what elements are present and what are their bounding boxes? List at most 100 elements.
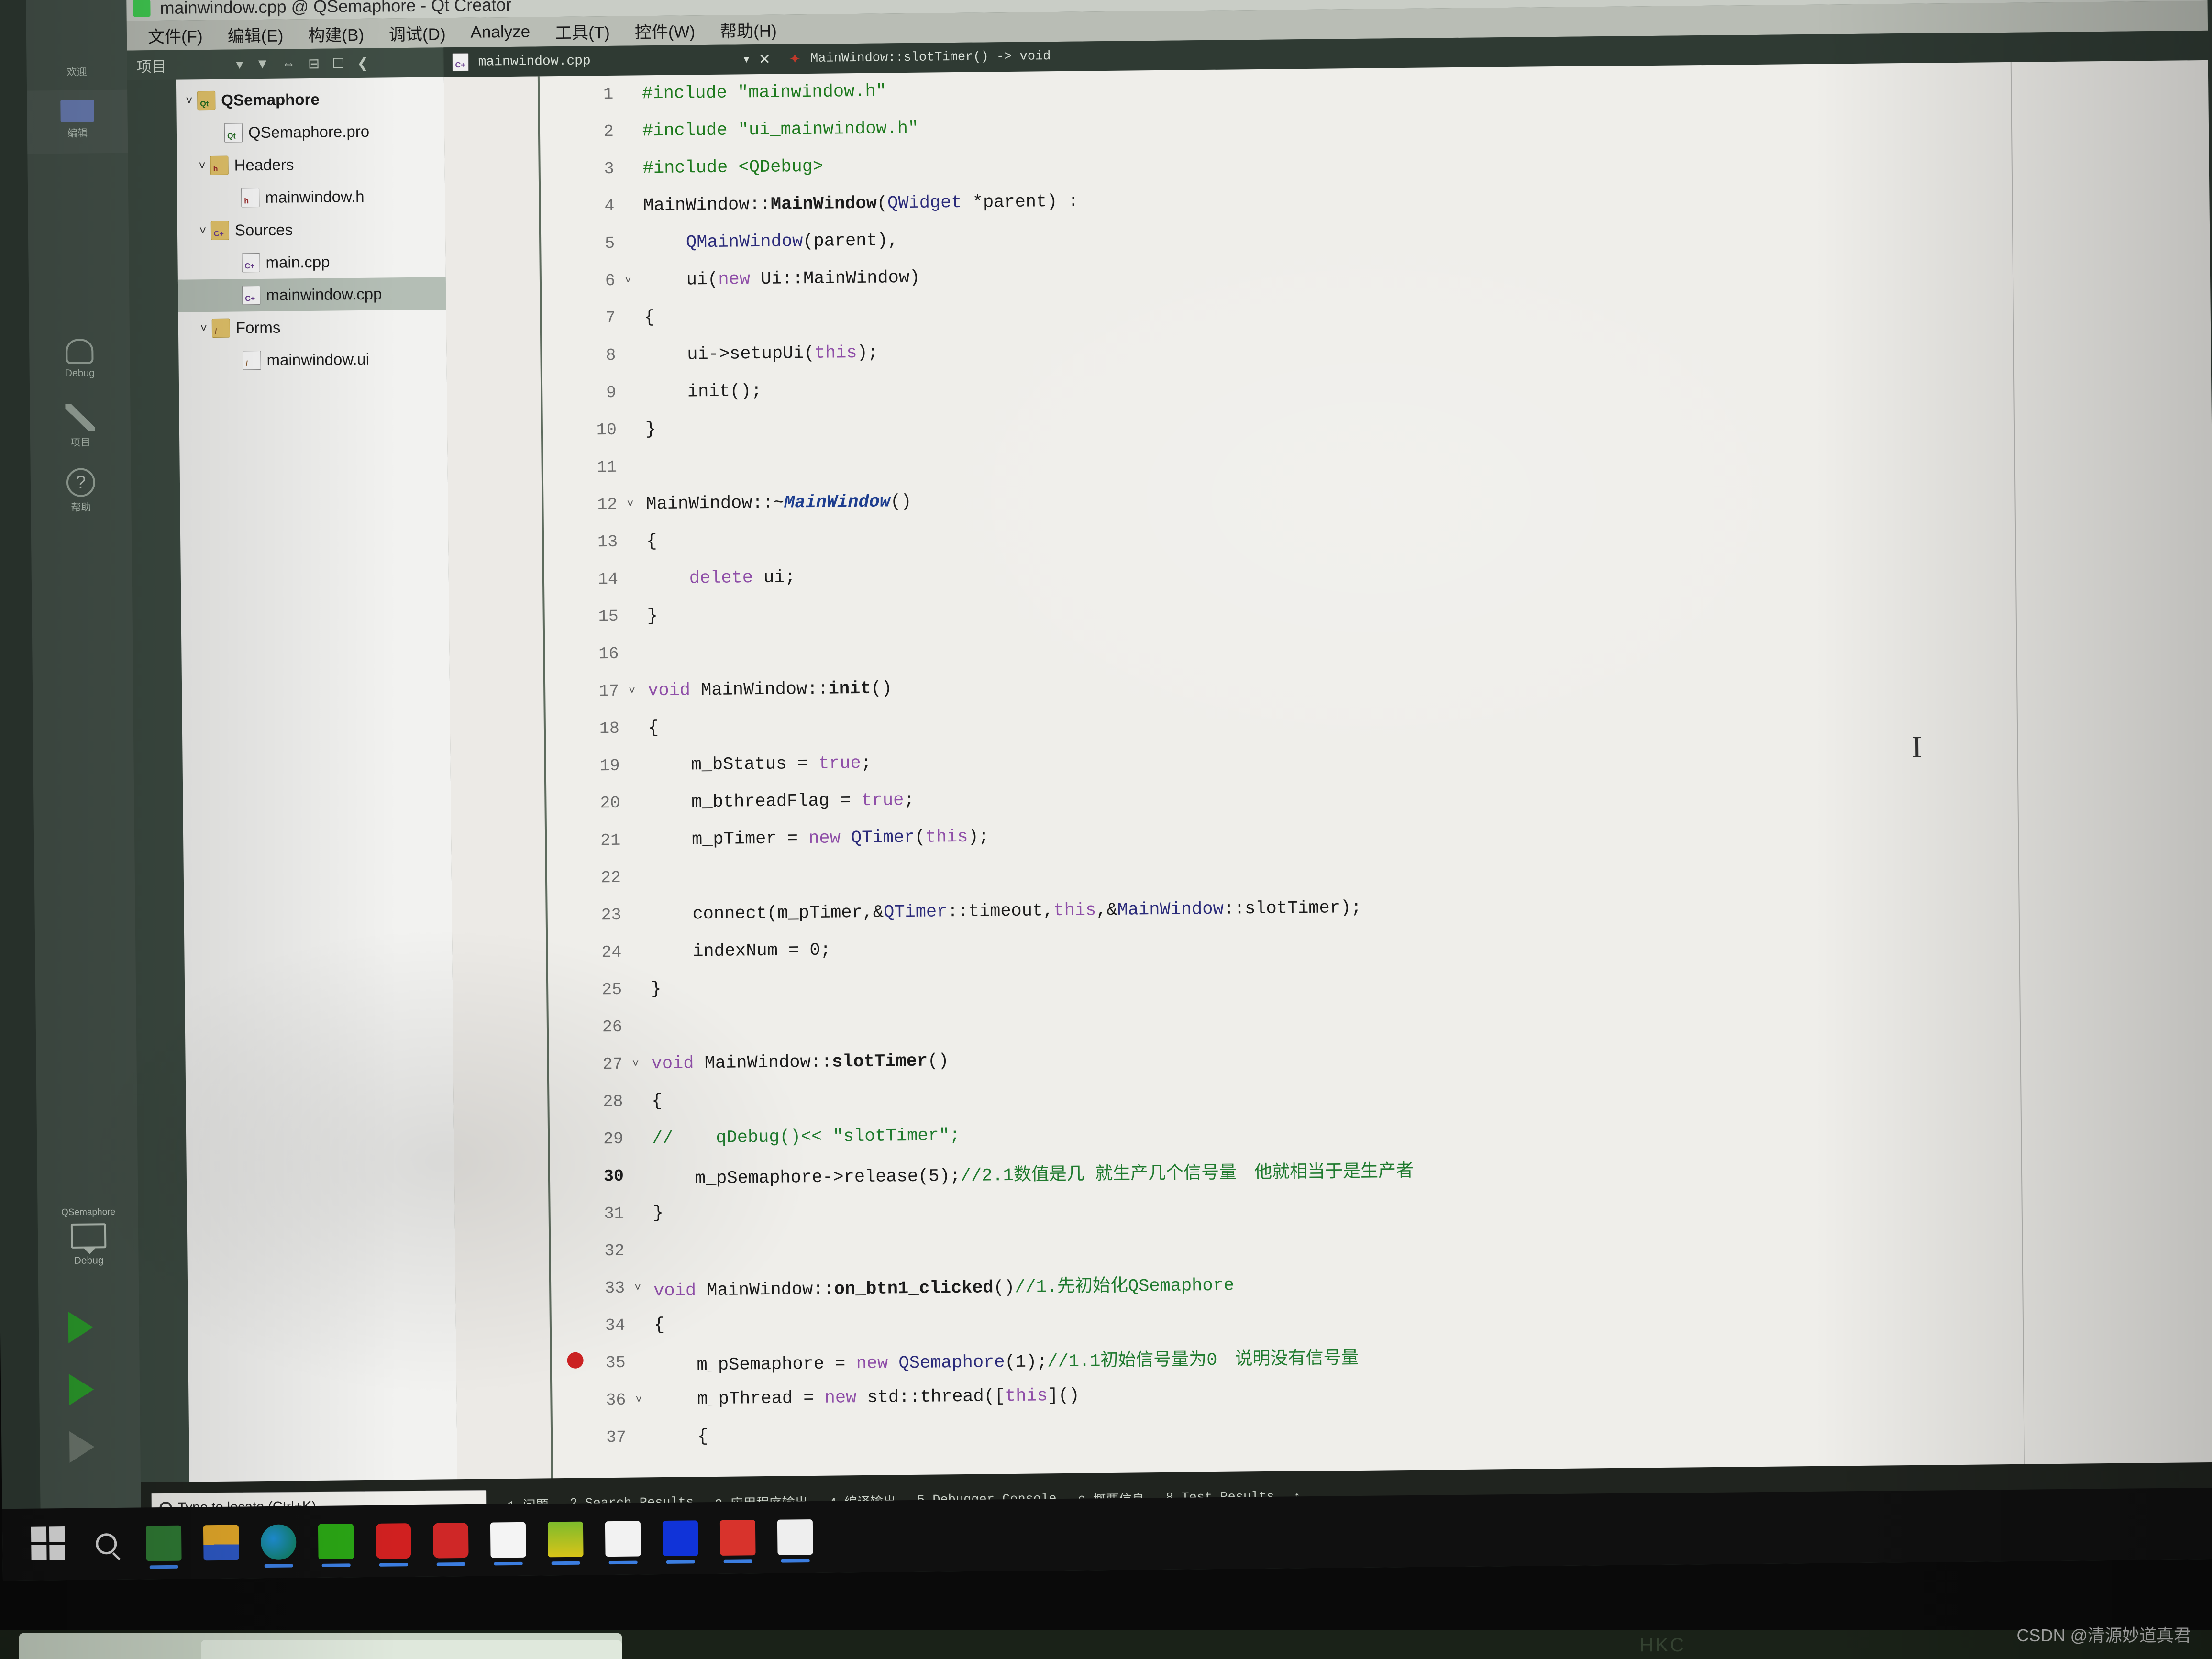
fold-marker[interactable]: ˅ xyxy=(629,1058,643,1071)
build-button[interactable] xyxy=(69,1431,95,1463)
line-number: 14 xyxy=(597,569,619,589)
sources-folder-icon: C+ xyxy=(210,221,230,240)
menu-file[interactable]: 文件(F) xyxy=(135,20,215,51)
editor-gutter[interactable] xyxy=(443,76,553,1508)
tree-item-forms[interactable]: ˅ / Forms xyxy=(178,310,447,344)
project-panel-title[interactable]: 项目 xyxy=(136,54,166,76)
fold-marker[interactable]: ˅ xyxy=(621,274,635,287)
line-number: 36 xyxy=(606,1390,626,1410)
chevron-down-icon[interactable]: ▾ xyxy=(744,53,749,66)
symbol-marker-icon: ✦ xyxy=(788,51,801,67)
tree-item-sources[interactable]: ˅ C+ Sources xyxy=(177,212,446,247)
menu-analyze[interactable]: Analyze xyxy=(458,19,542,45)
filter-icon[interactable]: ▼ xyxy=(255,56,269,72)
mode-welcome-label: 欢迎 xyxy=(66,66,87,78)
tree-item-main-cpp[interactable]: C+ main.cpp xyxy=(177,244,446,279)
collapse-icon[interactable]: ☐ xyxy=(332,55,344,72)
taskbar-app-red2-icon[interactable] xyxy=(432,1522,469,1559)
mode-edit[interactable]: 编辑 xyxy=(27,89,128,154)
menu-edit[interactable]: 编辑(E) xyxy=(215,19,296,50)
qt-logo-icon xyxy=(133,0,151,17)
line-number: 29 xyxy=(603,1129,624,1149)
cpp-file-icon: C+ xyxy=(242,253,260,273)
menu-debug[interactable]: 调试(D) xyxy=(376,18,458,49)
fold-marker[interactable]: ˅ xyxy=(631,1394,646,1406)
tree-item-headers[interactable]: ˅ h Headers xyxy=(177,147,445,182)
line-number: 37 xyxy=(606,1427,627,1448)
taskbar-search-icon[interactable] xyxy=(88,1526,124,1562)
line-number: 20 xyxy=(600,793,620,813)
chevron-down-icon[interactable]: ▾ xyxy=(236,56,243,73)
mode-projects[interactable]: 项目 xyxy=(30,396,131,460)
taskbar-wps-icon[interactable] xyxy=(490,1522,526,1558)
line-number: 8 xyxy=(606,345,616,365)
grid-icon xyxy=(61,32,92,62)
kit-build-config: Debug xyxy=(74,1255,104,1266)
windows-logo-icon[interactable] xyxy=(31,1526,67,1562)
line-number: 15 xyxy=(598,607,619,627)
line-number: 30 xyxy=(603,1166,624,1186)
debug-icon xyxy=(66,339,94,364)
tree-item-mainwindow-h[interactable]: h mainwindow.h xyxy=(177,179,445,214)
mode-welcome[interactable]: 欢迎 xyxy=(26,25,127,89)
taskbar-word-icon[interactable] xyxy=(605,1521,641,1557)
close-chevron-icon[interactable]: ❮ xyxy=(357,55,369,71)
tree-item-qsemaphore[interactable]: ˅ Qt QSemaphore xyxy=(176,82,444,117)
line-number: 16 xyxy=(598,644,619,664)
fold-marker[interactable]: ˅ xyxy=(623,498,637,511)
split-icon[interactable]: ⊟ xyxy=(308,55,320,72)
mode-debug[interactable]: Debug xyxy=(29,331,130,395)
tree-label: main.cpp xyxy=(265,253,330,271)
taskbar-wechat-icon[interactable] xyxy=(318,1524,354,1559)
kit-project-name: QSemaphore xyxy=(61,1206,116,1218)
tree-item-mainwindow-ui[interactable]: / mainwindow.ui xyxy=(178,342,447,377)
line-number: 7 xyxy=(605,308,616,328)
close-icon[interactable]: ✕ xyxy=(759,51,771,67)
line-number: 21 xyxy=(600,830,621,851)
chevron-down-icon[interactable]: ˅ xyxy=(181,94,197,108)
menu-help[interactable]: 帮助(H) xyxy=(708,14,789,45)
mode-selector-sidebar: 欢迎 编辑 Debug 项目 ? 帮助 QSemaphore Debug xyxy=(26,0,142,1535)
tree-label: Sources xyxy=(234,221,293,239)
fold-marker[interactable]: ˅ xyxy=(630,1282,645,1294)
taskbar-qq-icon[interactable] xyxy=(662,1520,698,1557)
taskbar-app-red1-icon[interactable] xyxy=(375,1523,411,1559)
photograph-of-screen: 欢迎 编辑 Debug 项目 ? 帮助 QSemaphore Debug mai… xyxy=(0,0,2212,1659)
menu-widgets[interactable]: 控件(W) xyxy=(622,15,708,46)
tree-label: QSemaphore xyxy=(221,90,320,109)
code-lines[interactable]: 1 #include "mainwindow.h" 2 #include "ui… xyxy=(542,60,2212,1506)
line-number: 10 xyxy=(596,420,617,440)
run-debug-button[interactable] xyxy=(68,1373,94,1405)
text-cursor-icon: I xyxy=(1912,730,1923,764)
taskbar-excel-icon[interactable] xyxy=(777,1519,813,1555)
line-number: 31 xyxy=(604,1204,624,1224)
line-number: 12 xyxy=(597,495,618,515)
chevron-down-icon[interactable]: ˅ xyxy=(195,223,211,237)
tree-item-qsemaphore-pro[interactable]: Qt QSemaphore.pro xyxy=(177,114,445,149)
paper-stack-2 xyxy=(201,1640,622,1659)
kit-selector[interactable]: QSemaphore Debug xyxy=(41,1207,137,1267)
taskbar-edge-icon[interactable] xyxy=(260,1524,297,1560)
taskbar-photo-icon[interactable] xyxy=(547,1521,584,1558)
taskbar-qt-creator-icon[interactable] xyxy=(145,1525,182,1561)
line-number: 23 xyxy=(601,905,621,925)
sync-icon[interactable]: ⇔ xyxy=(282,56,296,72)
wrench-icon xyxy=(65,404,95,431)
run-button[interactable] xyxy=(68,1311,94,1343)
fold-marker[interactable]: ˅ xyxy=(625,685,639,697)
chevron-down-icon[interactable]: ˅ xyxy=(196,321,212,335)
mode-help-label: 帮助 xyxy=(71,502,91,513)
tree-item-mainwindow-cpp[interactable]: C+ mainwindow.cpp xyxy=(177,277,446,312)
tab-mainwindow-cpp[interactable]: mainwindow.cpp xyxy=(478,54,591,69)
taskbar-filezilla-icon[interactable] xyxy=(719,1520,756,1556)
line-number: 18 xyxy=(599,719,620,739)
symbol-selector[interactable]: MainWindow::slotTimer() -> void xyxy=(810,49,1051,66)
cpp-file-icon: C+ xyxy=(242,286,261,305)
menu-tools[interactable]: 工具(T) xyxy=(542,16,622,47)
taskbar-file-explorer-icon[interactable] xyxy=(203,1525,239,1561)
menu-build[interactable]: 构建(B) xyxy=(296,18,376,49)
code-editor[interactable]: 1 #include "mainwindow.h" 2 #include "ui… xyxy=(443,60,2212,1508)
cpp-file-icon: C+ xyxy=(452,53,469,72)
chevron-down-icon[interactable]: ˅ xyxy=(194,158,210,172)
mode-help[interactable]: ? 帮助 xyxy=(31,461,132,525)
